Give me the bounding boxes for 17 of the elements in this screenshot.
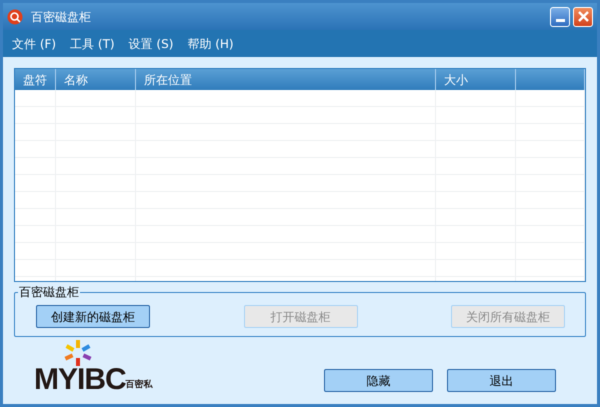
window-title: 百密磁盘柜 <box>31 8 91 26</box>
close-button[interactable] <box>573 6 593 26</box>
app-icon <box>7 8 23 24</box>
menu-item[interactable]: 工具 (T) <box>70 34 115 52</box>
action-button[interactable]: 创建新的磁盘柜 <box>36 305 150 328</box>
minimize-button[interactable] <box>550 6 570 26</box>
menu-item[interactable]: 文件 (F) <box>12 34 56 52</box>
close-icon <box>578 11 588 22</box>
menu-item[interactable]: 设置 (S) <box>128 34 174 52</box>
dialog-button[interactable]: 隐藏 <box>324 369 433 392</box>
group-title: 百密磁盘柜 <box>18 284 80 300</box>
menu-item[interactable]: 帮助 (H) <box>187 34 234 52</box>
burst-icon <box>63 340 93 366</box>
dialog-button[interactable]: 退出 <box>447 369 556 392</box>
logo-text: MYIBC <box>34 366 126 394</box>
minimize-icon <box>556 18 564 22</box>
logo-subtext: 百密私 <box>126 379 153 392</box>
